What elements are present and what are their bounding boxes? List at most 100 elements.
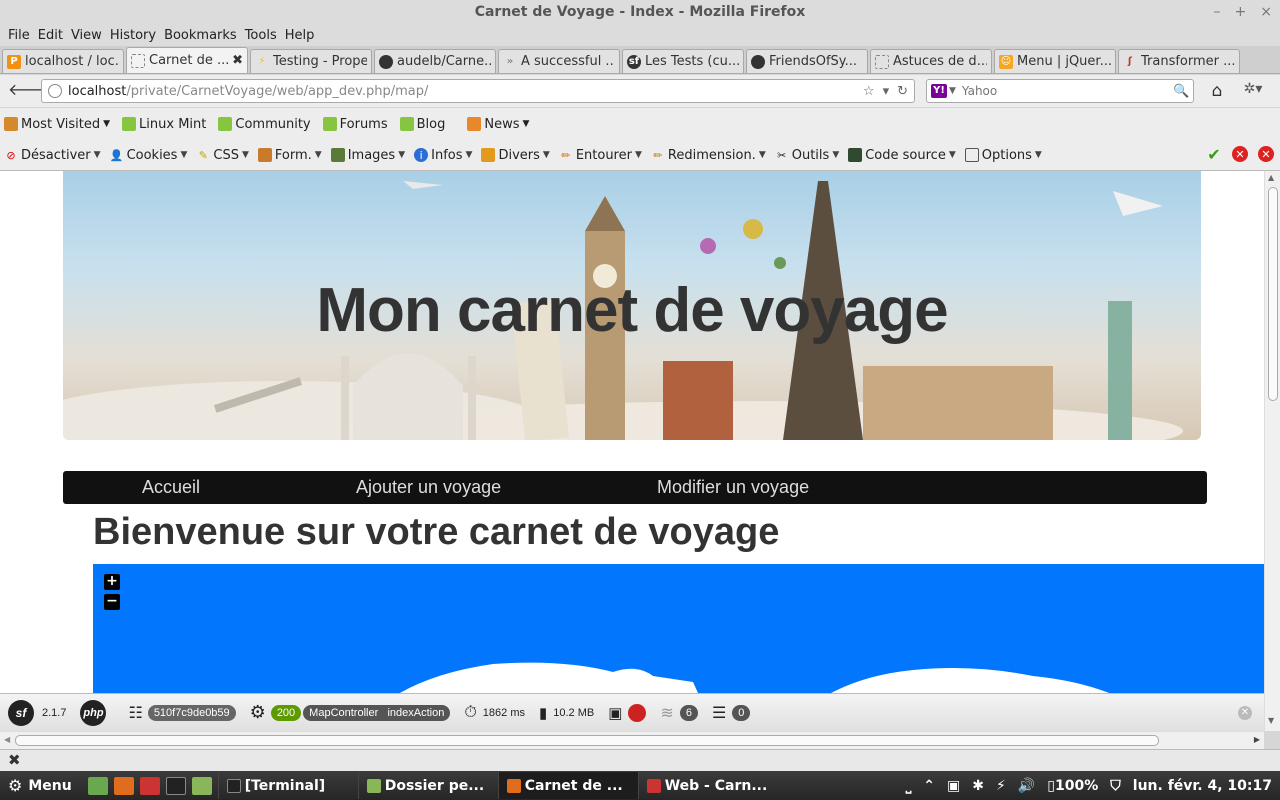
nav-accueil[interactable]: Accueil	[142, 477, 200, 498]
workspace-icon[interactable]: ⎵	[906, 778, 912, 794]
maximize-icon[interactable]: +	[1235, 0, 1247, 24]
tab-astuces[interactable]: Astuces de d...	[870, 49, 992, 73]
dev-css[interactable]: ✎ CSS ▼	[196, 148, 249, 163]
url-text[interactable]: localhost/private/CarnetVoyage/web/app_d…	[68, 84, 863, 99]
task-terminal[interactable]: [Terminal]	[217, 772, 358, 799]
shield-icon[interactable]: ⛉	[1110, 778, 1121, 794]
network-icon[interactable]: ⚡	[996, 778, 1006, 794]
menu-bookmarks[interactable]: Bookmarks	[162, 28, 243, 43]
task-web-carnet[interactable]: Web - Carn...	[637, 772, 778, 799]
tab-transformer[interactable]: ʃ Transformer ...	[1118, 49, 1240, 73]
sf-memory-block[interactable]: ▮ 10.2 MB	[539, 704, 594, 722]
menu-history[interactable]: History	[108, 28, 162, 43]
search-engine-dropdown-icon[interactable]: ▼	[949, 86, 956, 96]
window-title-bar: Carnet de Voyage - Index - Mozilla Firef…	[0, 0, 1280, 24]
close-tab-icon[interactable]: ✖	[232, 53, 243, 68]
bookmark-most-visited[interactable]: Most Visited ▼	[4, 117, 110, 132]
tray-expand-icon[interactable]: ⌃	[923, 778, 935, 794]
tab-carnet-de-voyage[interactable]: Carnet de ... ✖	[126, 47, 248, 73]
sf-security-block[interactable]: ▣	[608, 703, 647, 722]
dev-code-source[interactable]: Code source ▼	[848, 148, 956, 163]
battery-status[interactable]: ▯100%	[1047, 778, 1098, 794]
dev-infos[interactable]: i Infos ▼	[414, 148, 472, 163]
bookmark-star-icon[interactable]: ☆	[863, 84, 875, 99]
world-map[interactable]: + −	[93, 564, 1264, 693]
search-bar[interactable]: Y! ▼ 🔍	[926, 79, 1194, 103]
scroll-up-arrow-icon[interactable]: ▲	[1268, 173, 1274, 182]
files-launcher-icon[interactable]	[191, 776, 212, 795]
error-icon[interactable]: ✕	[1232, 146, 1248, 162]
scroll-left-arrow-icon[interactable]: ◀	[4, 735, 10, 744]
dev-options[interactable]: Options ▼	[964, 148, 1042, 163]
yahoo-icon[interactable]: Y!	[931, 84, 947, 98]
horizontal-scroll-thumb[interactable]	[15, 735, 1159, 746]
url-dropdown-icon[interactable]: ▾	[883, 84, 890, 99]
tab-phpmyadmin[interactable]: Plocalhost / loc...	[2, 49, 124, 73]
nav-modifier-voyage[interactable]: Modifier un voyage	[657, 477, 809, 498]
search-icon[interactable]: 🔍	[1173, 84, 1193, 99]
search-input[interactable]	[961, 84, 1173, 98]
dev-desactiver[interactable]: ⊘ Désactiver ▼	[4, 148, 100, 163]
dev-redimension[interactable]: ✏ Redimension. ▼	[651, 148, 765, 163]
tab-friendsofsymfony[interactable]: FriendsOfSy...	[746, 49, 868, 73]
dev-form[interactable]: Form. ▼	[257, 148, 322, 163]
terminal-launcher-icon[interactable]	[165, 776, 186, 795]
menu-tools[interactable]: Tools	[243, 28, 283, 43]
close-addon-bar-icon[interactable]: ✖	[8, 751, 21, 769]
bookmark-linux-mint[interactable]: Linux Mint	[122, 117, 206, 132]
bookmark-news[interactable]: News ▼	[457, 117, 529, 132]
extension-gear-icon[interactable]: ✲▾	[1238, 81, 1268, 101]
sf-toolbar-close-icon[interactable]: ✕	[1238, 706, 1252, 720]
close-window-icon[interactable]: ×	[1260, 0, 1272, 24]
minimize-icon[interactable]: –	[1214, 0, 1221, 24]
nav-ajouter-voyage[interactable]: Ajouter un voyage	[356, 477, 501, 498]
back-arrow-icon[interactable]: 🡐	[8, 81, 51, 101]
menu-view[interactable]: View	[69, 28, 108, 43]
horizontal-scrollbar[interactable]: ◀ ▶	[0, 731, 1264, 749]
vertical-scroll-thumb[interactable]	[1268, 187, 1278, 401]
timer-icon: ⏱	[464, 703, 477, 721]
task-firefox-carnet[interactable]: Carnet de ...	[497, 772, 638, 799]
scroll-down-arrow-icon[interactable]: ▼	[1268, 716, 1274, 725]
url-bar[interactable]: localhost/private/CarnetVoyage/web/app_d…	[41, 79, 915, 103]
sf-request-block[interactable]: ⚙ 200 MapController indexAction	[250, 702, 451, 723]
sf-version-block[interactable]: sf 2.1.7	[8, 699, 66, 726]
bluetooth-icon[interactable]: ✱	[972, 778, 984, 794]
bookmark-forums[interactable]: Forums	[322, 117, 388, 132]
dev-cookies[interactable]: 👤 Cookies ▼	[110, 148, 188, 163]
validation-ok-icon[interactable]: ✔	[1206, 145, 1222, 164]
bookmark-blog[interactable]: Blog	[399, 117, 445, 132]
task-dossier[interactable]: Dossier pe...	[357, 772, 498, 799]
sf-token-block[interactable]: ☷ 510f7c9de0b59	[128, 703, 236, 723]
start-menu-button[interactable]: ⚙ Menu	[0, 771, 82, 800]
tab-github-audelb[interactable]: audelb/Carne...	[374, 49, 496, 73]
sf-logs-block[interactable]: ≋ 6	[660, 703, 698, 723]
dev-images[interactable]: Images ▼	[330, 148, 405, 163]
show-desktop-icon[interactable]	[87, 776, 108, 795]
dev-outils[interactable]: ✂ Outils ▼	[775, 148, 839, 163]
pdf-launcher-icon[interactable]	[139, 776, 160, 795]
sf-php-block[interactable]: php	[80, 699, 114, 726]
scroll-right-arrow-icon[interactable]: ▶	[1254, 735, 1260, 744]
tab-testing-propel[interactable]: ⚡ Testing - Propel	[250, 49, 372, 73]
tab-successful[interactable]: » A successful ...	[498, 49, 620, 73]
sf-db-block[interactable]: ☰ 0	[712, 703, 751, 723]
dev-divers[interactable]: Divers ▼	[481, 148, 550, 163]
site-identity-icon[interactable]	[48, 84, 62, 98]
update-manager-icon[interactable]: ▣	[947, 778, 960, 794]
reload-icon[interactable]: ↻	[897, 84, 908, 99]
volume-icon[interactable]: 🔊	[1018, 778, 1035, 794]
firefox-launcher-icon[interactable]	[113, 776, 134, 795]
tab-les-tests[interactable]: sf Les Tests (cu...	[622, 49, 744, 73]
menu-edit[interactable]: Edit	[36, 28, 69, 43]
clock[interactable]: lun. févr. 4, 10:17	[1133, 778, 1272, 794]
menu-help[interactable]: Help	[283, 28, 321, 43]
menu-file[interactable]: File	[6, 28, 36, 43]
dev-entourer[interactable]: ✏ Entourer ▼	[559, 148, 642, 163]
error-icon-2[interactable]: ✕	[1258, 146, 1274, 162]
home-icon[interactable]: ⌂	[1206, 81, 1228, 101]
tab-menu-jquery[interactable]: ☺ Menu | jQuer...	[994, 49, 1116, 73]
vertical-scrollbar[interactable]: ▲ ▼	[1264, 171, 1280, 731]
sf-time-block[interactable]: ⏱ 1862 ms	[464, 704, 525, 722]
bookmark-community[interactable]: Community	[218, 117, 311, 132]
